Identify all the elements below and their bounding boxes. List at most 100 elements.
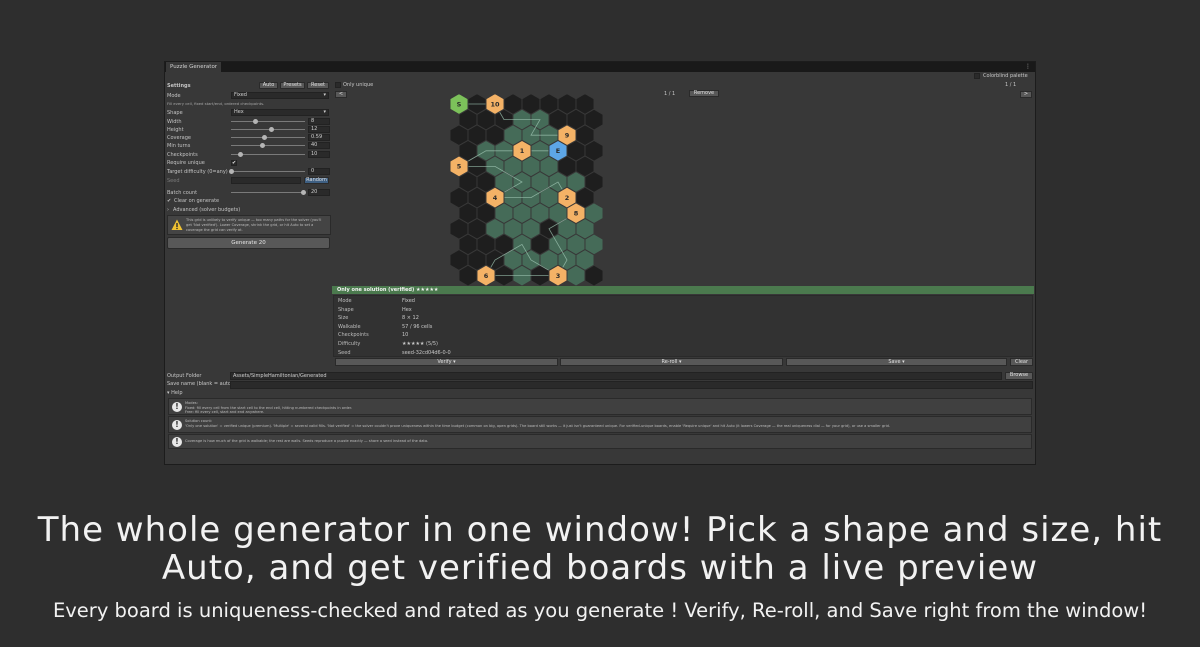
checkpoints-slider-thumb[interactable] [238, 152, 244, 157]
auto-button[interactable]: Auto [259, 82, 278, 89]
info-key: Difficulty [338, 341, 361, 347]
window-menu-icon[interactable]: ⋮ [1025, 62, 1031, 72]
shape-dropdown[interactable]: Hex [231, 109, 329, 116]
target-difficulty-field[interactable]: 0 [308, 168, 330, 175]
cell-label: E [556, 147, 560, 155]
reroll-button[interactable]: Re-roll ▾ [560, 358, 783, 366]
hex-cell-wall[interactable] [458, 264, 478, 287]
title-bar: Puzzle Generator ⋮ [165, 62, 1035, 72]
height-slider-thumb[interactable] [269, 127, 275, 132]
previous-board-button[interactable]: < [335, 91, 347, 98]
min-turns-slider-thumb[interactable] [259, 143, 265, 148]
only-unique-checkbox[interactable] [335, 82, 341, 88]
width-slider[interactable] [231, 119, 305, 124]
info-value: seed-32cd04d6-0-0 [402, 349, 451, 356]
settings-title: Settings [167, 83, 191, 89]
info-key: Shape [338, 306, 354, 313]
output-folder-label: Output Folder [167, 373, 202, 379]
require-unique-label: Require unique [167, 160, 205, 166]
verify-button[interactable]: Verify ▾ [335, 358, 558, 366]
advanced-foldout-label[interactable]: Advanced (solver budgets) [173, 206, 240, 214]
browse-button[interactable]: Browse [1005, 372, 1033, 380]
batch-count-slider-thumb[interactable] [301, 190, 307, 195]
seed-field[interactable] [231, 177, 301, 184]
cell-label: 9 [565, 132, 570, 140]
checkpoints-field[interactable]: 10 [308, 151, 330, 158]
cell-label: 2 [565, 194, 570, 202]
caption-headline-line-2: Auto, and get verified boards with a liv… [161, 548, 1039, 588]
solution-status-bar: Only one solution (verified) ★★★★★ [332, 286, 1034, 294]
checkpoints-slider[interactable] [231, 152, 305, 157]
info-icon: ! [172, 436, 182, 447]
cell-label: S [457, 100, 462, 108]
mode-dropdown[interactable]: Fixed [231, 92, 329, 99]
generate-button[interactable]: Generate 20 [167, 237, 330, 249]
help-foldout[interactable]: ▾ Help [167, 389, 183, 397]
clear-button[interactable]: Clear [1010, 358, 1033, 366]
seed-label: Seed [167, 178, 180, 184]
min-turns-slider[interactable] [231, 143, 305, 148]
colorblind-checkbox[interactable] [974, 73, 980, 79]
height-field[interactable]: 12 [308, 126, 330, 133]
hex-cell-wall[interactable] [584, 264, 604, 287]
caption-headline: The whole generator in one window! Pick … [0, 511, 1200, 587]
coverage-slider-thumb[interactable] [261, 135, 267, 140]
coverage-label: Coverage [167, 135, 191, 141]
help-text-solution-count: Solution count: 'Only one solution' = ve… [185, 419, 891, 428]
help-title: Help [171, 390, 183, 396]
hex-cell-path[interactable] [566, 264, 586, 287]
info-key: Size [338, 315, 349, 322]
board-info-panel: Mode Fixed Shape Hex Size 8 × 12 Walkable 57 / … [333, 295, 1033, 357]
info-row: Mode Fixed [338, 297, 1028, 305]
help-item-solution-count: ! Solution count: 'Only one solution' = … [168, 416, 1032, 433]
batch-count-slider[interactable] [231, 190, 307, 195]
warning-text: This grid is unlikely to verify unique —… [186, 218, 322, 232]
info-key: Mode [338, 298, 352, 304]
batch-count-field[interactable]: 20 [308, 189, 330, 196]
advanced-foldout-arrow-icon[interactable]: › [167, 206, 169, 214]
save-name-label: Save name (blank = auto) [167, 381, 233, 387]
warning-icon [171, 219, 183, 230]
next-board-button[interactable]: > [1020, 91, 1032, 98]
info-key: Walkable [338, 323, 361, 330]
batch-count-label: Batch count [167, 190, 198, 196]
reset-button[interactable]: Reset [307, 82, 329, 89]
height-slider[interactable] [231, 127, 305, 132]
info-icon: ! [172, 419, 182, 430]
width-slider-thumb[interactable] [252, 119, 258, 124]
tab-puzzle-generator[interactable]: Puzzle Generator [166, 62, 222, 72]
target-difficulty-slider-thumb[interactable] [228, 169, 234, 174]
min-turns-label: Min turns [167, 143, 191, 149]
hex-board-preview[interactable]: S 10 9 1 E 5 4 28 6 3 [446, 94, 616, 290]
save-button[interactable]: Save ▾ [786, 358, 1007, 366]
clear-on-generate-label: Clear on generate [174, 198, 220, 204]
cell-label: 6 [484, 272, 489, 280]
height-label: Height [167, 127, 184, 133]
info-row: Checkpoints 10 [338, 331, 1028, 339]
info-key: Seed [338, 349, 351, 356]
remove-board-button[interactable]: Remove [689, 90, 719, 97]
info-icon: ! [172, 401, 182, 412]
target-difficulty-label: Target difficulty (0=any) [167, 169, 228, 175]
save-name-field[interactable] [230, 381, 1033, 389]
presets-button[interactable]: Presets [280, 82, 305, 89]
random-seed-button[interactable]: Random [304, 177, 329, 184]
mode-label: Mode [167, 93, 181, 99]
info-value: Fixed [402, 298, 415, 304]
cell-label: 4 [493, 194, 498, 202]
target-difficulty-slider[interactable] [228, 169, 305, 174]
info-value: 57 / 96 cells [402, 323, 433, 330]
coverage-field[interactable]: 0.59 [308, 134, 330, 141]
coverage-slider[interactable] [231, 135, 305, 140]
require-unique-checkbox[interactable]: ✔ [231, 160, 237, 166]
info-value: 8 × 12 [402, 315, 419, 322]
warning-box: This grid is unlikely to verify unique —… [167, 215, 331, 235]
output-folder-field[interactable]: Assets/SimpleHamiltonian/Generated [230, 372, 1002, 380]
settings-panel: Settings Auto Presets Reset Mode Fixed F… [167, 82, 331, 250]
cell-label: 5 [457, 163, 462, 171]
width-field[interactable]: 8 [308, 118, 330, 125]
min-turns-field[interactable]: 40 [308, 142, 330, 149]
clear-on-generate-checkmark-icon[interactable]: ✔ [167, 197, 171, 205]
info-row: Size 8 × 12 [338, 314, 1028, 322]
info-key: Checkpoints [338, 332, 369, 339]
